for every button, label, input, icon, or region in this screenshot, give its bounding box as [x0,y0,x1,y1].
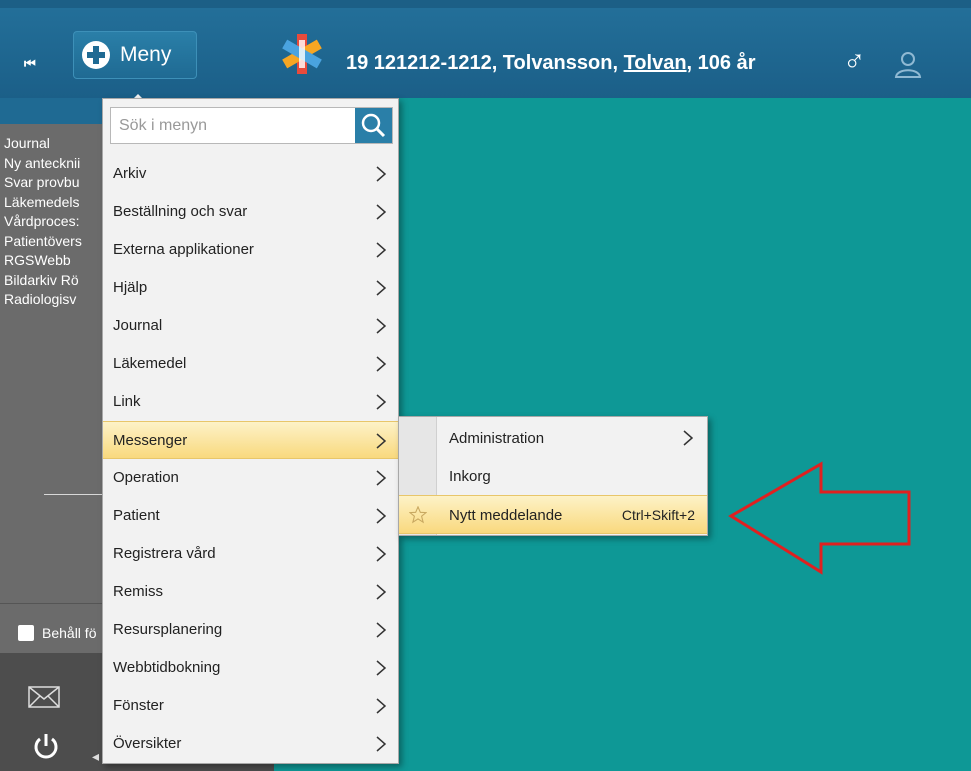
sidebar-item-journal[interactable]: Journal [4,134,82,154]
star-icon[interactable] [409,506,427,524]
menu-item-hjalp[interactable]: Hjälp [103,269,398,307]
patient-banner: 19 121212-1212, Tolvansson, Tolvan, 106 … [346,52,756,75]
main-menu-dropdown: Arkiv Beställning och svar Externa appli… [102,98,399,764]
chevron-right-icon [376,318,386,334]
annotation-arrow-icon [728,461,911,575]
menu-item-label: Operation [113,469,179,486]
submenu-item-nytt-meddelande[interactable]: Nytt meddelande Ctrl+Skift+2 [399,495,707,534]
menu-item-label: Link [113,393,141,410]
keep-open-label: Behåll fö [42,625,97,641]
chevron-right-icon [376,508,386,524]
collapse-sidebar-icon[interactable]: ⏮ [24,56,36,72]
menu-item-list: Arkiv Beställning och svar Externa appli… [103,155,398,763]
menu-item-remiss[interactable]: Remiss [103,573,398,611]
chevron-right-icon [376,546,386,562]
app-header: ⏮ Meny 19 121212-1212, Tolvansson, Tolva… [0,8,971,106]
chevron-right-icon [376,166,386,182]
menu-item-label: Hjälp [113,279,148,296]
menu-item-arkiv[interactable]: Arkiv [103,155,398,193]
sidebar-list: Journal Ny antecknii Svar provbu Läkemed… [4,134,82,310]
search-button[interactable] [355,108,392,143]
menu-item-bestallning-och-svar[interactable]: Beställning och svar [103,193,398,231]
sidebar-item-rgswebb[interactable]: RGSWebb [4,251,82,271]
messenger-submenu: Administration Inkorg Nytt meddelande Ct… [398,416,708,536]
menu-item-oversikter[interactable]: Översikter [103,725,398,763]
sidebar-left-arrow-icon[interactable]: ◂ [92,748,99,765]
sidebar-item-vardprocess[interactable]: Vårdproces: [4,212,82,232]
patient-first-name[interactable]: Tolvan [624,52,687,74]
menu-item-label: Journal [113,317,163,334]
menu-item-label: Beställning och svar [113,203,248,220]
sidebar-item-bildarkiv[interactable]: Bildarkiv Rö [4,271,82,291]
menu-item-lakemedel[interactable]: Läkemedel [103,345,398,383]
menu-item-label: Läkemedel [113,355,187,372]
menu-item-label: Webbtidbokning [113,659,221,676]
menu-item-label: Externa applikationer [113,241,254,258]
chevron-right-icon [376,204,386,220]
patient-age: , 106 år [686,52,756,74]
menu-item-resursplanering[interactable]: Resursplanering [103,611,398,649]
menu-item-label: Messenger [113,432,188,449]
menu-item-link[interactable]: Link [103,383,398,421]
menu-item-externa-applikationer[interactable]: Externa applikationer [103,231,398,269]
plus-icon [82,41,110,69]
chevron-right-icon [376,736,386,752]
chevron-right-icon [376,433,386,449]
menu-item-label: Översikter [113,735,182,752]
menu-item-webbtidbokning[interactable]: Webbtidbokning [103,649,398,687]
chevron-right-icon [376,394,386,410]
menu-item-label: Fönster [113,697,164,714]
patient-id-and-surname: 19 121212-1212, Tolvansson, [346,52,624,74]
keyboard-shortcut: Ctrl+Skift+2 [621,507,695,523]
chevron-right-icon [376,622,386,638]
menu-button-label: Meny [120,43,172,66]
sidebar-item-lakemedels[interactable]: Läkemedels [4,193,82,213]
sidebar-item-patientoversikt[interactable]: Patientövers [4,232,82,252]
chevron-right-icon [376,242,386,258]
menu-item-label: Resursplanering [113,621,223,638]
submenu-item-label: Inkorg [449,468,491,485]
menu-search [110,107,393,144]
chevron-right-icon [376,356,386,372]
star-of-life-logo-icon [282,34,322,74]
user-icon[interactable] [893,49,923,79]
sidebar-item-svar-provbu[interactable]: Svar provbu [4,173,82,193]
chevron-right-icon [376,584,386,600]
menu-item-label: Arkiv [113,165,147,182]
chevron-right-icon [376,660,386,676]
chevron-right-icon [683,430,693,446]
mail-icon[interactable] [28,686,60,708]
submenu-item-administration[interactable]: Administration [399,419,707,458]
submenu-item-label: Administration [449,430,545,447]
chevron-right-icon [376,470,386,486]
sidebar-item-radiologi[interactable]: Radiologisv [4,290,82,310]
menu-item-patient[interactable]: Patient [103,497,398,535]
sidebar-item-ny-anteckning[interactable]: Ny antecknii [4,154,82,174]
submenu-item-inkorg[interactable]: Inkorg [399,457,707,496]
menu-item-fonster[interactable]: Fönster [103,687,398,725]
chevron-right-icon [376,698,386,714]
male-gender-icon: ♂ [843,44,866,77]
keep-open-checkbox[interactable] [18,625,34,641]
menu-search-input[interactable] [111,108,356,143]
chevron-right-icon [376,280,386,296]
menu-item-registrera-vard[interactable]: Registrera vård [103,535,398,573]
menu-item-label: Remiss [113,583,164,600]
menu-item-label: Patient [113,507,160,524]
menu-item-messenger[interactable]: Messenger [103,421,398,459]
menu-item-journal[interactable]: Journal [103,307,398,345]
submenu-item-label: Nytt meddelande [449,507,563,524]
power-icon[interactable] [33,733,59,759]
search-icon [361,113,386,138]
menu-item-operation[interactable]: Operation [103,459,398,497]
top-strip [0,0,971,8]
menu-item-label: Registrera vård [113,545,216,562]
menu-button[interactable]: Meny [73,31,197,79]
